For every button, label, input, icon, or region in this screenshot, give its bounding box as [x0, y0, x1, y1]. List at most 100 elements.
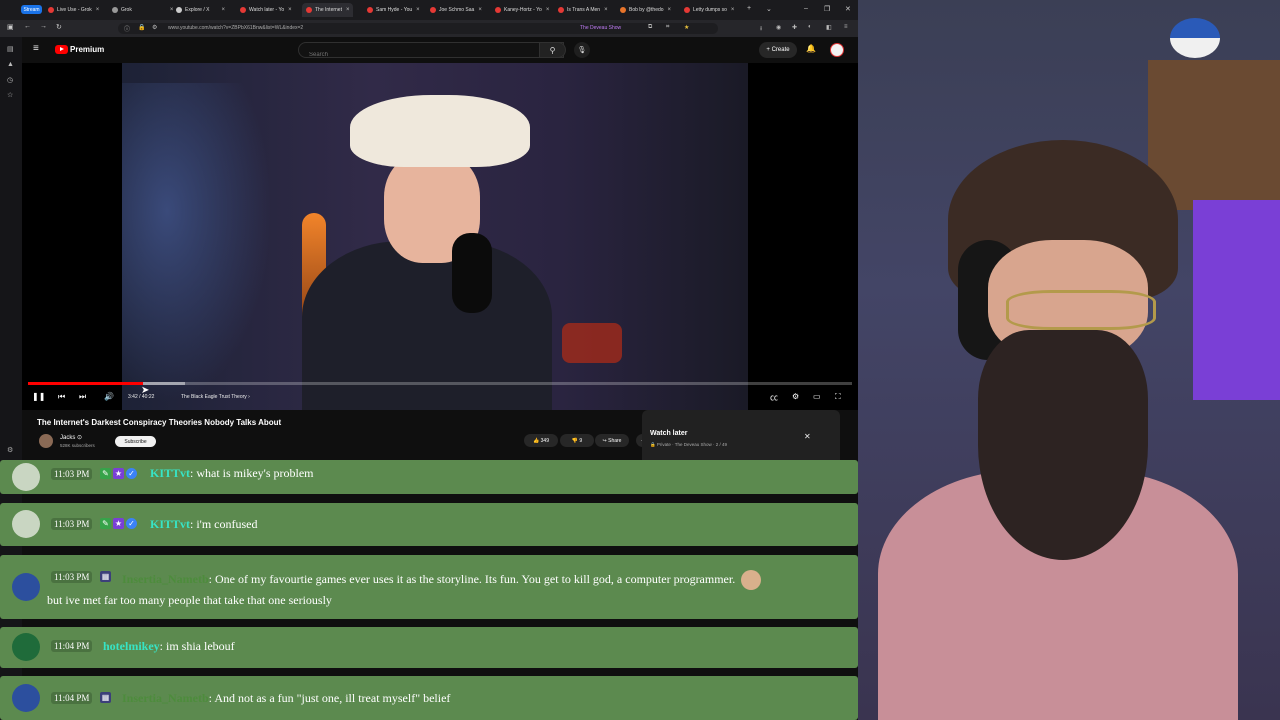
tab-letty-dumps[interactable]: Letty dumps so × [684, 3, 734, 17]
tab-label: Kaney-Hortz - Yo [504, 7, 542, 13]
tab-watch-later[interactable]: Watch later - Yo × [240, 3, 292, 17]
youtube-logo-icon[interactable] [55, 45, 68, 54]
chat-avatar [12, 573, 40, 601]
puzzle-icon[interactable]: ✚ [792, 24, 797, 31]
previous-icon[interactable]: ⏮ [58, 392, 65, 402]
chat-timestamp: 11:03 PM [51, 518, 93, 530]
sidebar-toggle-icon[interactable]: ▣ [7, 23, 14, 31]
share-page-icon[interactable]: ⧉ [648, 24, 652, 31]
tab-label: Joe Schmo Saa [439, 7, 475, 13]
video-background-light [122, 83, 272, 403]
tab-favicon-icon [367, 7, 373, 13]
url-text[interactable]: www.youtube.com/watch?v=ZBPbX61Bnw&list=… [168, 25, 303, 31]
bookmark-deveau-show[interactable]: The Deveau Show [580, 25, 621, 31]
tab-close-icon[interactable]: × [546, 7, 550, 13]
search-field[interactable] [298, 42, 564, 59]
tab-is-trans-a-men[interactable]: Is Trans A Men × [558, 3, 608, 17]
tab-close-icon[interactable]: × [221, 7, 225, 13]
chat-badges: ▦ [100, 692, 111, 703]
tab-the-internet-active[interactable]: The Internet × [302, 3, 354, 17]
tab-close-icon[interactable]: × [478, 7, 482, 13]
progress-bar[interactable] [28, 382, 852, 385]
chapter-title[interactable]: The Black Eagle Trust Theory › [181, 394, 250, 400]
tab-sam-hyde[interactable]: Sam Hyde - You × [367, 3, 420, 17]
menu-icon[interactable]: ≡ [844, 24, 848, 30]
restore-icon[interactable]: ❐ [824, 5, 830, 13]
next-icon[interactable]: ⏭ [79, 392, 86, 402]
forward-icon[interactable]: → [40, 23, 47, 30]
history-icon[interactable]: ◷ [7, 76, 13, 84]
subscribe-button[interactable]: Subscribe [115, 436, 156, 447]
account-avatar[interactable] [830, 43, 844, 57]
favorites-icon[interactable]: ☆ [7, 91, 13, 99]
tab-kaney-hortz[interactable]: Kaney-Hortz - Yo × [495, 3, 549, 17]
playlist-subtitle: 🔒 Private · The Deveau Show · 2 / 49 [650, 442, 728, 447]
hamburger-menu-icon[interactable]: ≡ [33, 43, 39, 54]
notifications-bell-icon[interactable]: 🔔 [806, 44, 816, 53]
tab-label: Explore / X [185, 7, 210, 13]
search-input[interactable] [307, 51, 541, 59]
profile-icon[interactable]: ◐ [808, 24, 812, 30]
close-window-icon[interactable]: ✕ [845, 5, 851, 13]
tab-close-icon[interactable]: × [416, 7, 420, 13]
create-button[interactable]: + Create [759, 42, 797, 58]
verified-badge-icon: ✓ [126, 468, 137, 479]
playlist-title[interactable]: Watch later [650, 430, 687, 437]
video-frame[interactable] [122, 63, 748, 410]
tab-joe-schmo[interactable]: Joe Schmo Saa × [430, 3, 482, 17]
wallet-icon[interactable]: ◧ [826, 24, 832, 31]
bookmarks-icon[interactable]: ▲ [7, 61, 14, 68]
extension-icon[interactable]: ◉ [776, 24, 781, 31]
tab-list-icon[interactable]: ⌄ [766, 5, 772, 13]
new-tab-button[interactable]: + [747, 5, 751, 12]
tab-close-icon[interactable]: × [668, 7, 672, 13]
stream-badge[interactable]: Stream [21, 5, 42, 14]
pixel-badge-icon: ▦ [100, 571, 111, 582]
channel-avatar[interactable] [39, 434, 53, 448]
url-bar[interactable]: ⓘ 🔒 ⚙ www.youtube.com/watch?v=ZBPbX61Bnw… [118, 23, 718, 34]
pause-icon[interactable]: ❚❚ [32, 392, 45, 401]
tab-close-icon[interactable]: × [731, 7, 735, 13]
tab-bob[interactable]: Bob by @thedo × [620, 3, 671, 17]
tab-favicon-icon [112, 7, 118, 13]
settings-gear-icon[interactable]: ⚙ [792, 392, 799, 401]
chat-avatar [12, 510, 40, 538]
permissions-icon[interactable]: ⚙ [152, 24, 157, 31]
chat-line: Insertia_Nametb: One of my favourtie gam… [122, 570, 762, 590]
dislike-button[interactable]: 👎 9 [560, 434, 594, 447]
download-icon[interactable]: ⭳ [760, 24, 762, 34]
video-microphone [452, 233, 492, 313]
captions-icon[interactable]: ㏄ [770, 392, 778, 403]
volume-icon[interactable]: 🔊 [104, 392, 114, 401]
chat-username: KITTvt [150, 466, 191, 480]
video-player[interactable]: ❚❚ ⏮ ⏭ 🔊 3:42 / 40:22 The Black Eagle Tr… [22, 63, 858, 410]
playlist-close-icon[interactable]: ✕ [804, 432, 811, 441]
tabs-icon[interactable]: ▤ [7, 45, 14, 53]
chat-message: 11:03 PM ▦ Insertia_Nametb: One of my fa… [0, 555, 858, 619]
star-badge-icon: ★ [113, 518, 124, 529]
miniplayer-icon[interactable]: ▭ [813, 392, 821, 401]
reload-icon[interactable]: ↻ [56, 23, 62, 31]
fullscreen-icon[interactable]: ⛶ [835, 392, 841, 402]
translate-icon[interactable]: ⌗ [666, 24, 669, 31]
back-icon[interactable]: ← [24, 23, 31, 30]
tab-close-icon[interactable]: × [96, 7, 100, 13]
share-button[interactable]: ↪ Share [595, 434, 629, 447]
tab-close-icon[interactable]: × [604, 7, 608, 13]
channel-name[interactable]: Jacks ⊙ [60, 434, 82, 441]
tab-close-icon[interactable]: × [346, 7, 350, 13]
youtube-premium-brand[interactable]: Premium [70, 45, 104, 54]
voice-search-button[interactable]: 🎙 [574, 42, 590, 58]
minimize-icon[interactable]: – [804, 5, 808, 12]
tab-close-icon[interactable]: × [170, 7, 174, 13]
tab-close-icon[interactable]: × [288, 7, 292, 13]
site-info-icon[interactable]: ⓘ [124, 24, 130, 33]
tab-explore-x[interactable]: Explore / X × [176, 3, 225, 17]
tab-grok[interactable]: Grok × [112, 3, 173, 17]
search-button[interactable]: ⚲ [539, 42, 566, 58]
bookmark-star-icon[interactable]: ★ [684, 24, 689, 31]
like-button[interactable]: 👍 349 [524, 434, 558, 447]
tab-live-use-grok[interactable]: Live Use - Grok × [48, 3, 99, 17]
chat-badges: ✎ ★ ✓ [100, 518, 137, 529]
side-settings-icon[interactable]: ⚙ [7, 446, 13, 454]
